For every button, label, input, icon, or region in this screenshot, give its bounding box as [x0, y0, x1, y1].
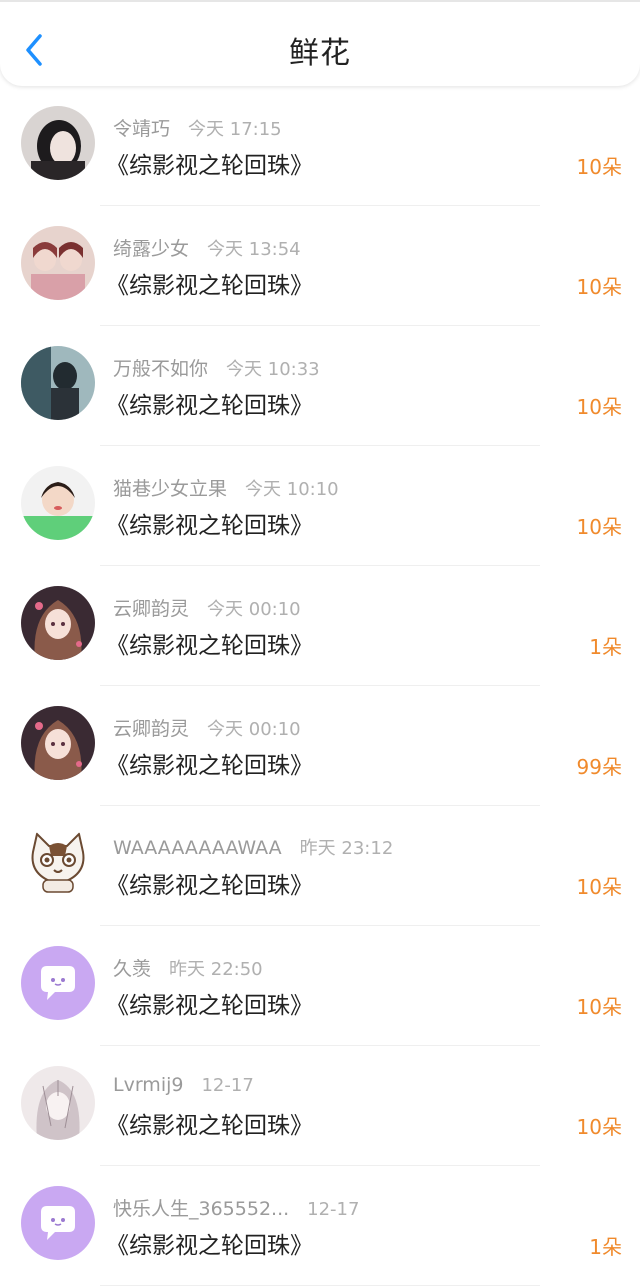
gift-time: 今天 13:54	[207, 239, 301, 260]
sender-name: 猫巷少女立果 今天 10:10	[113, 474, 339, 501]
flower-count: 1朵	[589, 635, 622, 659]
book-title: 《综影视之轮回珠》	[106, 993, 313, 1019]
flower-count: 10朵	[576, 1115, 622, 1139]
avatar[interactable]	[21, 946, 95, 1020]
list-item[interactable]: WAAAAAAAAWAA 昨天 23:12 《综影视之轮回珠》 10朵	[0, 806, 640, 926]
list-item[interactable]: 云卿韵灵 今天 00:10 《综影视之轮回珠》 99朵	[0, 686, 640, 806]
sender-name: Lvrmij9 12-17	[113, 1074, 254, 1096]
flower-count: 1朵	[589, 1235, 622, 1259]
list-item[interactable]: 令靖巧 今天 17:15 《综影视之轮回珠》 10朵	[0, 86, 640, 206]
list-item[interactable]: 云卿韵灵 今天 00:10 《综影视之轮回珠》 1朵	[0, 566, 640, 686]
avatar[interactable]	[21, 346, 95, 420]
sender-name: 久羡 昨天 22:50	[113, 954, 263, 981]
avatar[interactable]	[21, 466, 95, 540]
sender-username: 快乐人生_365552...	[113, 1198, 290, 1220]
sender-name: 云卿韵灵 今天 00:10	[113, 714, 301, 741]
sender-username: 万般不如你	[113, 358, 209, 380]
gift-time: 昨天 23:12	[299, 838, 394, 859]
list-item[interactable]: 绮露少女 今天 13:54 《综影视之轮回珠》 10朵	[0, 206, 640, 326]
gift-time: 今天 10:10	[245, 479, 339, 500]
flower-gift-list: 令靖巧 今天 17:15 《综影视之轮回珠》 10朵 绮露少女 今天 13:54 《…	[0, 86, 640, 1286]
gift-time: 今天 00:10	[207, 599, 301, 620]
book-title: 《综影视之轮回珠》	[106, 153, 313, 179]
sender-username: 云卿韵灵	[113, 718, 190, 740]
book-title: 《综影视之轮回珠》	[106, 753, 313, 779]
gift-time: 12-17	[201, 1075, 254, 1096]
flower-count: 10朵	[576, 995, 622, 1019]
list-item[interactable]: 久羡 昨天 22:50 《综影视之轮回珠》 10朵	[0, 926, 640, 1046]
sender-name: 绮露少女 今天 13:54	[113, 234, 301, 261]
sender-username: 云卿韵灵	[113, 598, 190, 620]
avatar[interactable]	[21, 586, 95, 660]
gift-time: 12-17	[307, 1199, 360, 1220]
sender-username: WAAAAAAAAWAA	[113, 837, 282, 859]
book-title: 《综影视之轮回珠》	[106, 633, 313, 659]
list-item[interactable]: Lvrmij9 12-17 《综影视之轮回珠》 10朵	[0, 1046, 640, 1166]
avatar[interactable]	[21, 1186, 95, 1260]
list-item[interactable]: 快乐人生_365552... 12-17 《综影视之轮回珠》 1朵	[0, 1166, 640, 1286]
sender-username: 猫巷少女立果	[113, 478, 228, 500]
flower-count: 10朵	[576, 875, 622, 899]
book-title: 《综影视之轮回珠》	[106, 1113, 313, 1139]
sender-name: 令靖巧 今天 17:15	[113, 114, 282, 141]
sender-name: 快乐人生_365552... 12-17	[113, 1194, 359, 1221]
book-title: 《综影视之轮回珠》	[106, 393, 313, 419]
avatar[interactable]	[21, 106, 95, 180]
sender-name: WAAAAAAAAWAA 昨天 23:12	[113, 834, 393, 860]
list-item[interactable]: 万般不如你 今天 10:33 《综影视之轮回珠》 10朵	[0, 326, 640, 446]
gift-time: 昨天 22:50	[169, 959, 263, 980]
flower-count: 99朵	[576, 755, 622, 779]
sender-username: 久羡	[113, 958, 152, 980]
flower-count: 10朵	[576, 275, 622, 299]
book-title: 《综影视之轮回珠》	[106, 1233, 313, 1259]
avatar[interactable]	[21, 706, 95, 780]
book-title: 《综影视之轮回珠》	[106, 513, 313, 539]
flower-count: 10朵	[576, 155, 622, 179]
sender-name: 云卿韵灵 今天 00:10	[113, 594, 301, 621]
top-nav-bar: 鲜花	[0, 0, 640, 86]
sender-username: Lvrmij9	[113, 1074, 184, 1096]
book-title: 《综影视之轮回珠》	[106, 873, 313, 899]
avatar[interactable]	[21, 226, 95, 300]
sender-username: 令靖巧	[113, 118, 171, 140]
flower-count: 10朵	[576, 395, 622, 419]
book-title: 《综影视之轮回珠》	[106, 273, 313, 299]
avatar[interactable]	[21, 1066, 95, 1140]
sender-username: 绮露少女	[113, 238, 190, 260]
gift-time: 今天 10:33	[226, 359, 320, 380]
avatar[interactable]	[21, 826, 95, 900]
flower-count: 10朵	[576, 515, 622, 539]
gift-time: 今天 00:10	[207, 719, 301, 740]
page-title: 鲜花	[289, 36, 351, 71]
sender-name: 万般不如你 今天 10:33	[113, 354, 320, 381]
list-item[interactable]: 猫巷少女立果 今天 10:10 《综影视之轮回珠》 10朵	[0, 446, 640, 566]
gift-time: 今天 17:15	[188, 119, 282, 140]
